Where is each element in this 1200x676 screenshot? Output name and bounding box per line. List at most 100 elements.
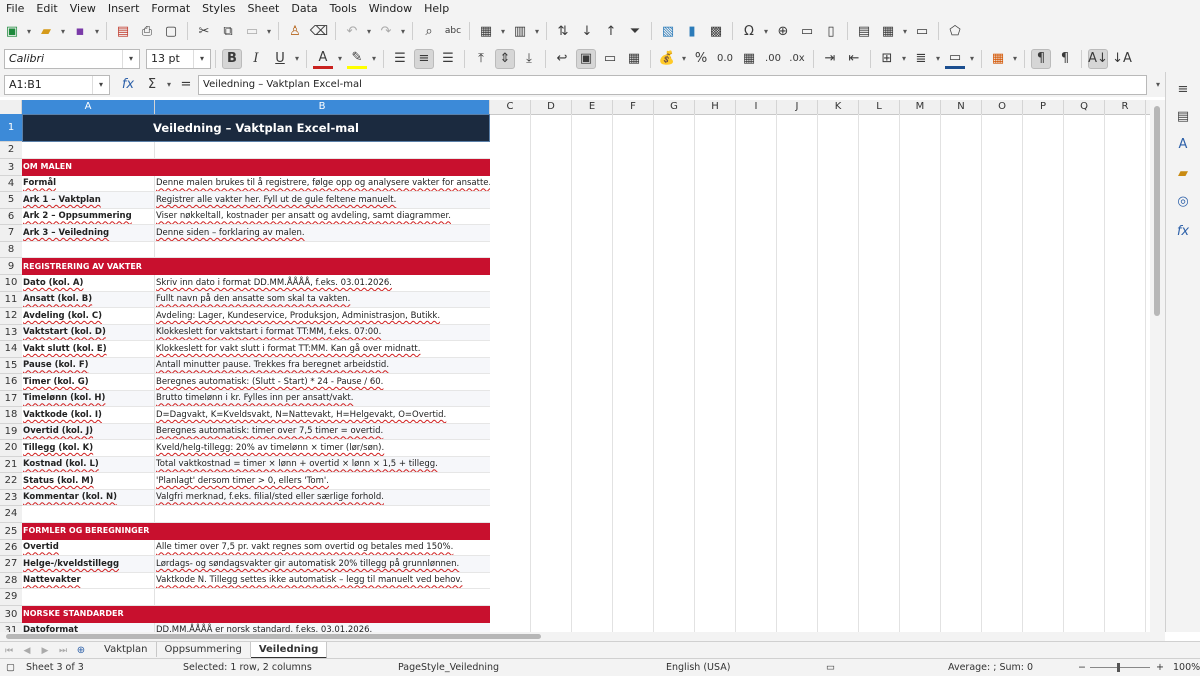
cell-description[interactable]: D=Dagvakt, K=Kveldsvakt, N=Nattevakt, H=… — [155, 407, 490, 423]
row-header[interactable]: 5 — [0, 192, 22, 209]
cell-label[interactable]: Pause (kol. F) — [22, 357, 155, 373]
table-row[interactable]: Kommentar (kol. N) Valgfri merknad, f.eks… — [22, 489, 490, 506]
cell-label[interactable]: Overtid (kol. J) — [22, 423, 155, 439]
column-header-r[interactable]: R — [1105, 100, 1146, 114]
pivot-table-icon[interactable]: ▩ — [706, 21, 726, 41]
horizontal-scrollbar[interactable] — [0, 632, 1165, 641]
row-header[interactable]: 20 — [0, 440, 22, 457]
sheet-tab-veiledning[interactable]: Veiledning — [250, 642, 328, 659]
table-row[interactable]: Formål Denne malen brukes til å registrer… — [22, 175, 490, 192]
insert-chart-icon[interactable]: ▮ — [682, 21, 702, 41]
cell-description[interactable] — [155, 506, 490, 522]
cell-label[interactable]: Timelønn (kol. H) — [22, 390, 155, 406]
menu-item-sheet[interactable]: Sheet — [242, 0, 286, 17]
cell-label[interactable]: Status (kol. M) — [22, 473, 155, 489]
sort-ascending-icon[interactable]: ↓ — [577, 21, 597, 41]
column-header-n[interactable]: N — [941, 100, 982, 114]
column-header-p[interactable]: P — [1023, 100, 1064, 114]
cell-label[interactable]: Vakt slutt (kol. E) — [22, 341, 155, 357]
language[interactable]: English (USA) — [666, 662, 730, 673]
table-row[interactable]: Vakt slutt (kol. E) Klokkeslett for vakt … — [22, 341, 490, 358]
sum-icon[interactable]: Σ — [142, 75, 162, 95]
horizontal-scroll-thumb[interactable] — [6, 634, 541, 639]
cell-description[interactable]: Viser nøkkeltall, kostnader per ansatt o… — [155, 209, 490, 225]
merge-cells-icon[interactable]: ▭ — [600, 49, 620, 69]
cell-description[interactable]: Brutto timelønn i kr. Fylles inn per ans… — [155, 391, 490, 407]
cell-label[interactable]: Datoformat — [22, 622, 155, 632]
row-header[interactable]: 25 — [0, 522, 22, 540]
properties-icon[interactable]: ▤ — [1174, 107, 1192, 125]
blank-row[interactable] — [22, 142, 490, 159]
selection-mode-icon[interactable]: ▭ — [826, 662, 835, 673]
row-header[interactable]: 23 — [0, 489, 22, 506]
zoom-slider-handle[interactable] — [1117, 663, 1120, 672]
save-icon[interactable]: ▪ — [70, 21, 90, 41]
date-format-icon[interactable]: ▦ — [739, 49, 759, 69]
row-header[interactable]: 9 — [0, 258, 22, 275]
table-row[interactable]: Nattevakter Vaktkode N. Tillegg settes ik… — [22, 572, 490, 589]
table-row[interactable]: Ansatt (kol. B) Fullt navn på den ansatte… — [22, 291, 490, 308]
underline-icon[interactable]: U — [270, 49, 290, 69]
cell-description[interactable]: Beregnes automatisk: timer over 7,5 time… — [155, 424, 490, 440]
center-vertically-icon[interactable]: ⇕ — [495, 48, 515, 69]
copy-icon[interactable]: ⧉ — [218, 21, 238, 41]
formula-input[interactable]: Veiledning – Vaktplan Excel-mal — [198, 74, 1147, 95]
formula-equals-icon[interactable]: = — [176, 75, 196, 95]
cell-description[interactable]: Klokkeslett for vaktstart i format TT:MM… — [155, 325, 490, 341]
define-print-area-icon[interactable]: ▤ — [854, 21, 874, 41]
cell-description[interactable]: Avdeling: Lager, Kundeservice, Produksjo… — [155, 308, 490, 324]
row-header[interactable]: 31 — [0, 622, 22, 632]
cell-label[interactable] — [22, 589, 155, 605]
menu-item-data[interactable]: Data — [285, 0, 323, 17]
text-direction-lr-icon[interactable]: A↓ — [1088, 48, 1108, 69]
border-color-icon[interactable]: ▭ — [945, 49, 965, 69]
borders-dropdown-icon[interactable]: ▾ — [899, 49, 909, 69]
table-row[interactable]: Tillegg (kol. K) Kveld/helg-tillegg: 20% … — [22, 440, 490, 457]
cell-label[interactable]: Ark 1 – Vaktplan — [22, 192, 155, 208]
column-header-a[interactable]: A — [22, 100, 155, 114]
blank-row[interactable] — [22, 589, 490, 606]
row-header[interactable]: 2 — [0, 142, 22, 159]
menu-item-help[interactable]: Help — [418, 0, 455, 17]
currency-format-icon[interactable]: 💰 — [657, 49, 677, 69]
underline-dropdown-icon[interactable]: ▾ — [292, 49, 302, 69]
column-header-f[interactable]: F — [613, 100, 654, 114]
row-header[interactable]: 14 — [0, 341, 22, 358]
menu-item-insert[interactable]: Insert — [102, 0, 146, 17]
cell-description[interactable]: Beregnes automatisk: (Slutt - Start) * 2… — [155, 374, 490, 390]
column-header-k[interactable]: K — [818, 100, 859, 114]
font-name-box[interactable]: Calibri ▾ — [4, 48, 140, 69]
text-direction-tb-icon[interactable]: ↓A — [1112, 49, 1132, 69]
row-header[interactable]: 13 — [0, 324, 22, 341]
insert-image-icon[interactable]: ▧ — [658, 21, 678, 41]
align-bottom-icon[interactable]: ⤓ — [519, 49, 539, 69]
cell-label[interactable]: Kostnad (kol. L) — [22, 456, 155, 472]
cell-label[interactable]: Helge-/kveldstillegg — [22, 556, 155, 572]
table-row[interactable]: Overtid Alle timer over 7,5 pr. vakt regn… — [22, 539, 490, 556]
zoom-in-icon[interactable]: + — [1156, 662, 1164, 673]
column-icon[interactable]: ▥ — [510, 21, 530, 41]
cell-label[interactable]: Ark 3 – Veiledning — [22, 225, 155, 241]
row-header[interactable]: 17 — [0, 390, 22, 407]
redo-dropdown-icon[interactable]: ▾ — [398, 21, 408, 41]
functions-icon[interactable]: fx — [1174, 222, 1192, 240]
sort-descending-icon[interactable]: ↑ — [601, 21, 621, 41]
cell-label[interactable]: Vaktstart (kol. D) — [22, 324, 155, 340]
special-character-icon[interactable]: Ω — [739, 21, 759, 41]
cell-label[interactable]: Vaktkode (kol. I) — [22, 407, 155, 423]
column-header-q[interactable]: Q — [1064, 100, 1105, 114]
border-style-icon[interactable]: ≣ — [911, 49, 931, 69]
function-wizard-icon[interactable]: fx — [118, 75, 138, 95]
column-dropdown-icon[interactable]: ▾ — [532, 21, 542, 41]
cell-description[interactable]: Alle timer over 7,5 pr. vakt regnes som … — [155, 540, 490, 556]
cell-description[interactable]: Lørdags- og søndagsvakter gir automatisk… — [155, 556, 490, 572]
hyperlink-icon[interactable]: ⊕ — [773, 21, 793, 41]
cell-description[interactable]: Valgfri merknad, f.eks. filial/sted elle… — [155, 490, 490, 506]
table-row[interactable]: Helge-/kveldstillegg Lørdags- og søndagsv… — [22, 556, 490, 573]
row-header[interactable]: 29 — [0, 589, 22, 606]
section-header-row[interactable]: OM MALEN — [22, 158, 490, 176]
header-footer-icon[interactable]: ▯ — [821, 21, 841, 41]
conditional-dropdown-icon[interactable]: ▾ — [1010, 49, 1020, 69]
clear-formatting-icon[interactable]: ⌫ — [309, 21, 329, 41]
page-style[interactable]: PageStyle_Veiledning — [398, 662, 499, 673]
